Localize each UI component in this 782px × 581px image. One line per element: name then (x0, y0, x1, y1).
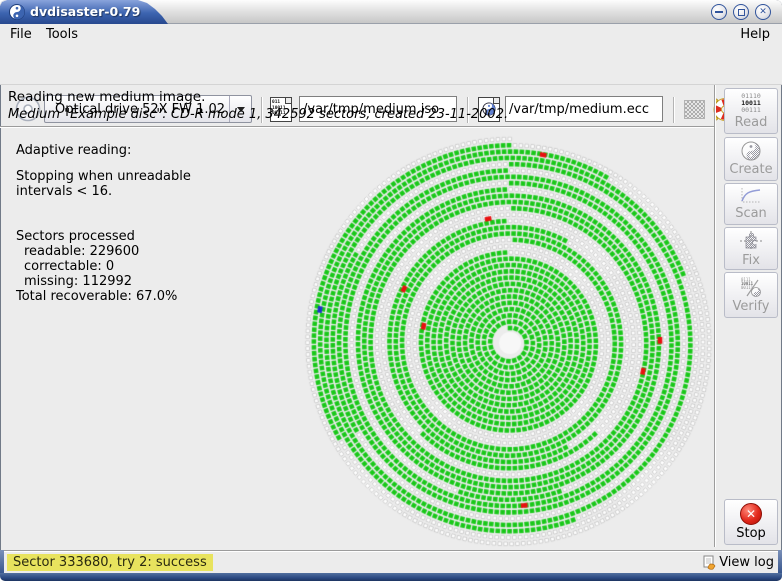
frame-corner (778, 550, 782, 574)
titlebar[interactable]: dvdisaster-0.79 ✕ (0, 0, 782, 24)
scan-label: Scan (735, 206, 767, 221)
action-title: Reading new medium image. (8, 89, 205, 105)
app-window: dvdisaster-0.79 ✕ File Tools Help Optica… (0, 0, 782, 581)
menu-tools[interactable]: Tools (42, 26, 82, 43)
scan-curve-icon (739, 187, 763, 205)
app-logo-icon (9, 4, 25, 20)
stop-x-glyph: ✕ (746, 508, 756, 520)
menubar: File Tools Help (0, 24, 782, 45)
toolbar: Optical drive 52X FW 1.02 011 10011 0011… (0, 45, 782, 85)
action-sidebar: 01110 10011 00111 Read Create (717, 85, 782, 547)
total-recoverable: Total recoverable: 67.0% (16, 289, 191, 304)
minimize-icon (715, 11, 723, 13)
maximize-button[interactable] (733, 4, 749, 20)
fix-puzzle-icon (739, 230, 763, 252)
sectors-correctable: correctable: 0 (16, 259, 191, 274)
read-icon: 01110 10011 00111 (741, 93, 761, 114)
close-icon: ✕ (759, 8, 767, 17)
create-yinyang-icon (741, 141, 761, 161)
window-title: dvdisaster-0.79 (30, 4, 140, 19)
fix-label: Fix (742, 253, 760, 268)
view-log-icon (702, 555, 717, 570)
maximize-icon (738, 9, 745, 16)
sectors-readable: readable: 229600 (16, 244, 191, 259)
scan-button[interactable]: Scan (724, 183, 778, 225)
view-log-link[interactable]: View log (702, 554, 774, 571)
stopping-rule-line2: intervals < 16. (16, 184, 191, 199)
status-header: Reading new medium image. Medium "Exampl… (0, 85, 714, 126)
menu-file[interactable]: File (6, 26, 36, 43)
create-label: Create (729, 162, 772, 177)
view-log-label: View log (719, 554, 774, 571)
read-label: Read (735, 115, 768, 130)
statusbar: Sector 333680, try 2: success View log (0, 552, 782, 573)
verify-button[interactable]: 01111001100111 Verify (724, 272, 778, 318)
main-content: Adaptive reading: Stopping when unreadab… (0, 128, 714, 547)
sectors-title: Sectors processed (16, 229, 191, 244)
fix-button[interactable]: Fix (724, 227, 778, 270)
create-button[interactable]: Create (724, 137, 778, 181)
verify-label: Verify (733, 299, 770, 314)
read-button[interactable]: 01110 10011 00111 Read (724, 88, 778, 134)
reading-info-panel: Adaptive reading: Stopping when unreadab… (16, 143, 191, 304)
stop-button[interactable]: ✕ Stop (724, 499, 778, 545)
mode-label: Adaptive reading: (16, 143, 191, 158)
stopping-rule-line1: Stopping when unreadable (16, 169, 191, 184)
sidebar-separator (714, 85, 716, 547)
sectors-missing: missing: 112992 (16, 274, 191, 289)
minimize-button[interactable] (711, 4, 727, 20)
window-frame-bottom (0, 573, 782, 581)
icon-digits-row: 00111 (741, 107, 761, 114)
stop-label: Stop (736, 526, 766, 541)
stop-icon: ✕ (740, 503, 762, 525)
close-button[interactable]: ✕ (755, 4, 771, 20)
status-message: Sector 333680, try 2: success (7, 554, 213, 571)
verify-icon: 01111001100111 (739, 276, 763, 298)
medium-info: Medium "Example disc": CD-R mode 1, 3425… (8, 107, 508, 122)
menu-help[interactable]: Help (736, 26, 774, 43)
frame-corner (0, 550, 4, 574)
